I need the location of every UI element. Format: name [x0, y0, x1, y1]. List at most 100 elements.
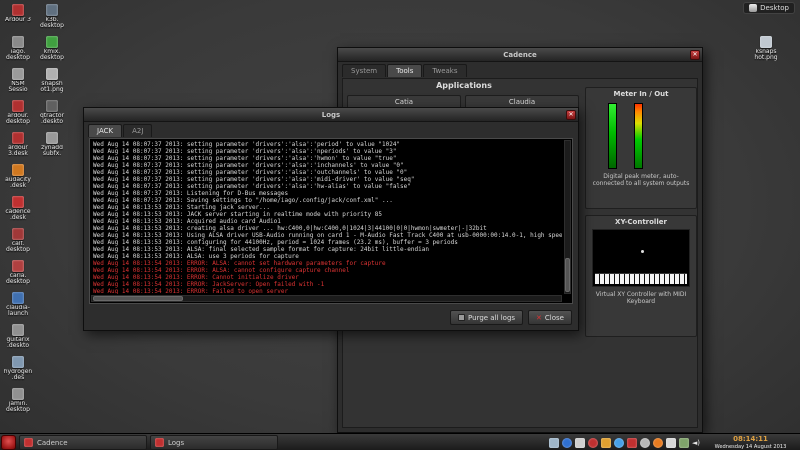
cadence-tab-tools[interactable]: Tools — [387, 64, 422, 77]
cadence-tabbar: SystemToolsTweaks — [338, 62, 702, 77]
desktop-toolbox[interactable]: Desktop — [743, 2, 795, 14]
horizontal-scrollbar[interactable] — [91, 295, 562, 302]
desktop-icon-glyph — [12, 356, 24, 368]
meter-in-out-launcher[interactable]: Meter In / Out Digital peak meter, auto-… — [585, 87, 697, 209]
desktop-icon-label: hydrogen .des — [2, 369, 34, 381]
tray-icon-bluetooth[interactable] — [562, 438, 572, 448]
logs-tab-a2j[interactable]: A2J — [123, 124, 152, 137]
log-line: Wed Aug 14 08:07:37 2013: setting parame… — [93, 148, 562, 155]
desktop-icon-label: k3b. desktop — [36, 17, 68, 29]
applications-header: Applications — [345, 81, 583, 93]
desktop-icon-label: claudia- launch — [2, 305, 34, 317]
purge-icon — [458, 314, 465, 321]
desktop-icon[interactable]: hydrogen .des — [2, 356, 34, 386]
xy-box-title: XY-Controller — [586, 216, 696, 227]
tray-icon-network[interactable] — [614, 438, 624, 448]
desktop-icon-label: audacity .desk — [2, 177, 34, 189]
tray-icon-notes[interactable] — [601, 438, 611, 448]
close-button[interactable]: ✕ — [566, 110, 576, 120]
log-line: Wed Aug 14 08:07:37 2013: setting parame… — [93, 162, 562, 169]
peak-meters — [586, 101, 696, 169]
desktop-icon[interactable]: NSM Sessio — [2, 68, 34, 98]
desktop-icon-glyph — [12, 324, 24, 336]
tray-icon-clipboard[interactable] — [575, 438, 585, 448]
vertical-scrollbar-thumb[interactable] — [565, 258, 570, 292]
meter-box-title: Meter In / Out — [586, 88, 696, 99]
log-line: Wed Aug 14 08:07:37 2013: setting parame… — [93, 183, 562, 190]
desktop-icon-label: ksnaps hot.png — [750, 49, 782, 61]
cadence-tab-tweaks[interactable]: Tweaks — [423, 64, 466, 77]
xy-pad-preview — [592, 229, 690, 287]
desktop-icon[interactable]: cadence .desk — [2, 196, 34, 226]
horizontal-scrollbar-thumb[interactable] — [93, 296, 183, 301]
desktop-icon-label: kmix. desktop — [36, 49, 68, 61]
desktop-icon[interactable]: carla. desktop — [2, 260, 34, 290]
desktop-icon-glyph — [12, 196, 24, 208]
desktop-icon-glyph — [12, 4, 24, 16]
meter-bar-right — [634, 103, 643, 169]
desktop-icon[interactable]: calf. desktop — [2, 228, 34, 258]
log-line: Wed Aug 14 08:13:53 2013: JACK server st… — [93, 211, 562, 218]
desktop-icon-label: ardour 3.desk — [2, 145, 34, 157]
desktop-icon[interactable]: jamin. desktop — [2, 388, 34, 418]
app-menu-button[interactable] — [1, 435, 16, 450]
purge-button-label: Purge all logs — [468, 314, 515, 322]
desktop-icon[interactable]: audacity .desk — [2, 164, 34, 194]
log-line: Wed Aug 14 08:07:37 2013: Saving setting… — [93, 197, 562, 204]
desktop-icon[interactable]: Ardour 3 — [2, 4, 34, 34]
taskbar-task-logs[interactable]: Logs — [150, 435, 278, 450]
desktop-icon[interactable]: claudia- launch — [2, 292, 34, 322]
log-line: Wed Aug 14 08:13:53 2013: configuring fo… — [93, 239, 562, 246]
close-logs-button[interactable]: ✕ Close — [528, 310, 572, 325]
tray-icon-cadence[interactable] — [627, 438, 637, 448]
desktop-icon[interactable]: ardour 3.desk — [2, 132, 34, 162]
clock-time: 08:14:11 — [703, 435, 798, 443]
xy-controller-launcher[interactable]: XY-Controller Virtual XY Controller with… — [585, 215, 697, 337]
desktop-icon-label: snapsh ot1.png — [36, 81, 68, 93]
tray-icon-gray-app[interactable] — [640, 438, 650, 448]
log-line: Wed Aug 14 08:13:53 2013: ALSA: use 3 pe… — [93, 253, 562, 260]
system-tray: ◄) — [549, 434, 700, 450]
logs-button-row: Purge all logs ✕ Close — [450, 310, 572, 325]
desktop-icon-column-1: Ardour 3iago. desktopNSM Sessio ardour. d… — [2, 4, 34, 418]
close-button[interactable]: ✕ — [690, 50, 700, 60]
desktop-icon-glyph — [12, 68, 24, 80]
desktop-icon-glyph — [46, 100, 58, 112]
tray-icon-volume[interactable]: ◄) — [692, 438, 700, 448]
log-line: Wed Aug 14 08:13:54 2013: ERROR: ALSA: c… — [93, 260, 562, 267]
tray-icon-mail[interactable] — [666, 438, 676, 448]
desktop-icon[interactable]: snapsh ot1.png — [36, 68, 68, 98]
taskbar-task-cadence[interactable]: Cadence — [19, 435, 147, 450]
clock[interactable]: 08:14:11 Wednesday 14 August 2013 — [703, 435, 798, 450]
tray-icon-red-app[interactable] — [588, 438, 598, 448]
plasma-toolbox-icon — [749, 4, 757, 12]
task-label: Logs — [168, 439, 184, 447]
tray-icon-firefox[interactable] — [653, 438, 663, 448]
vertical-scrollbar[interactable] — [564, 140, 571, 294]
log-output: Wed Aug 14 08:07:37 2013: setting parame… — [89, 138, 573, 304]
log-line: Wed Aug 14 08:13:53 2013: creating alsa … — [93, 225, 562, 232]
desktop-icon[interactable]: k3b. desktop — [36, 4, 68, 34]
cadence-tab-system[interactable]: System — [342, 64, 386, 77]
desktop-icon[interactable]: guitarix .deskto — [2, 324, 34, 354]
logs-titlebar[interactable]: Logs ✕ — [84, 108, 578, 122]
meter-bar-left — [608, 103, 617, 169]
desktop-icon[interactable]: kmix. desktop — [36, 36, 68, 66]
log-line: Wed Aug 14 08:13:54 2013: ERROR: ALSA: c… — [93, 267, 562, 274]
desktop-icon[interactable]: qtractor .deskto — [36, 100, 68, 130]
desktop-icon-label: ardour. desktop — [2, 113, 34, 125]
desktop-icon[interactable]: iago. desktop — [2, 36, 34, 66]
log-lines: Wed Aug 14 08:07:37 2013: setting parame… — [93, 141, 562, 294]
purge-all-logs-button[interactable]: Purge all logs — [450, 310, 523, 325]
logs-tab-jack[interactable]: JACK — [88, 124, 122, 137]
desktop-icon[interactable]: zynadd subfx. — [36, 132, 68, 162]
log-line: Wed Aug 14 08:13:53 2013: Using ALSA dri… — [93, 232, 562, 239]
desktop-icon[interactable]: ardour. desktop — [2, 100, 34, 130]
midi-keyboard-preview — [595, 273, 687, 284]
desktop-icon-ksnapshot[interactable]: ksnaps hot.png — [750, 36, 782, 66]
tray-icon-klipper[interactable] — [679, 438, 689, 448]
tray-icon-display[interactable] — [549, 438, 559, 448]
log-line: Wed Aug 14 08:07:37 2013: setting parame… — [93, 155, 562, 162]
logs-window: Logs ✕ JACKA2J Wed Aug 14 08:07:37 2013:… — [83, 107, 579, 331]
cadence-titlebar[interactable]: Cadence ✕ — [338, 48, 702, 62]
